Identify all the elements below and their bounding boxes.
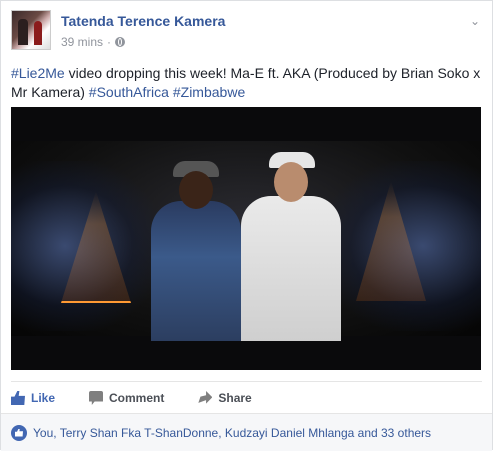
like-reaction-icon[interactable] <box>11 424 27 441</box>
comment-button[interactable]: Comment <box>89 391 164 405</box>
post-time[interactable]: 39 mins <box>61 35 103 49</box>
post-meta: 39 mins · <box>61 35 126 49</box>
post-card: Tatenda Terence Kamera 39 mins · ⌄ #Lie2… <box>0 0 493 451</box>
author-avatar[interactable] <box>11 10 51 50</box>
post-header: Tatenda Terence Kamera 39 mins · ⌄ <box>11 10 482 52</box>
hashtag-link[interactable]: #Lie2Me <box>11 65 65 81</box>
likes-summary-bar: You, Terry Shan Fka T-ShanDonne, Kudzayi… <box>1 413 492 451</box>
like-label: Like <box>31 391 56 405</box>
post-text: #Lie2Me video dropping this week! Ma-E f… <box>11 64 481 102</box>
person-head <box>274 162 308 202</box>
avatar-figure <box>34 21 42 45</box>
author-name[interactable]: Tatenda Terence Kamera <box>61 13 225 29</box>
likes-summary[interactable]: You, Terry Shan Fka T-ShanDonne, Kudzayi… <box>33 426 431 440</box>
video-player[interactable] <box>11 107 481 370</box>
person-head <box>179 171 213 209</box>
comment-icon <box>89 391 104 405</box>
avatar-figure <box>18 19 28 45</box>
share-label: Share <box>218 391 252 405</box>
hashtag-link[interactable]: #Zimbabwe <box>173 84 245 100</box>
like-button[interactable]: Like <box>11 391 55 405</box>
globe-icon[interactable] <box>115 37 126 47</box>
like-icon <box>11 391 25 405</box>
video-person <box>151 161 241 341</box>
hashtag-link[interactable]: #SouthAfrica <box>89 84 169 100</box>
chevron-down-icon[interactable]: ⌄ <box>468 14 482 28</box>
video-frame <box>11 141 481 341</box>
share-button[interactable]: Share <box>198 391 252 405</box>
video-person <box>241 152 341 341</box>
meta-separator: · <box>107 35 112 49</box>
share-icon <box>198 391 213 404</box>
post-text-segment: video dropping this week! Ma-E ft. AKA (… <box>11 65 481 100</box>
comment-label: Comment <box>109 391 165 405</box>
action-bar: Like Comment Share <box>11 381 482 414</box>
